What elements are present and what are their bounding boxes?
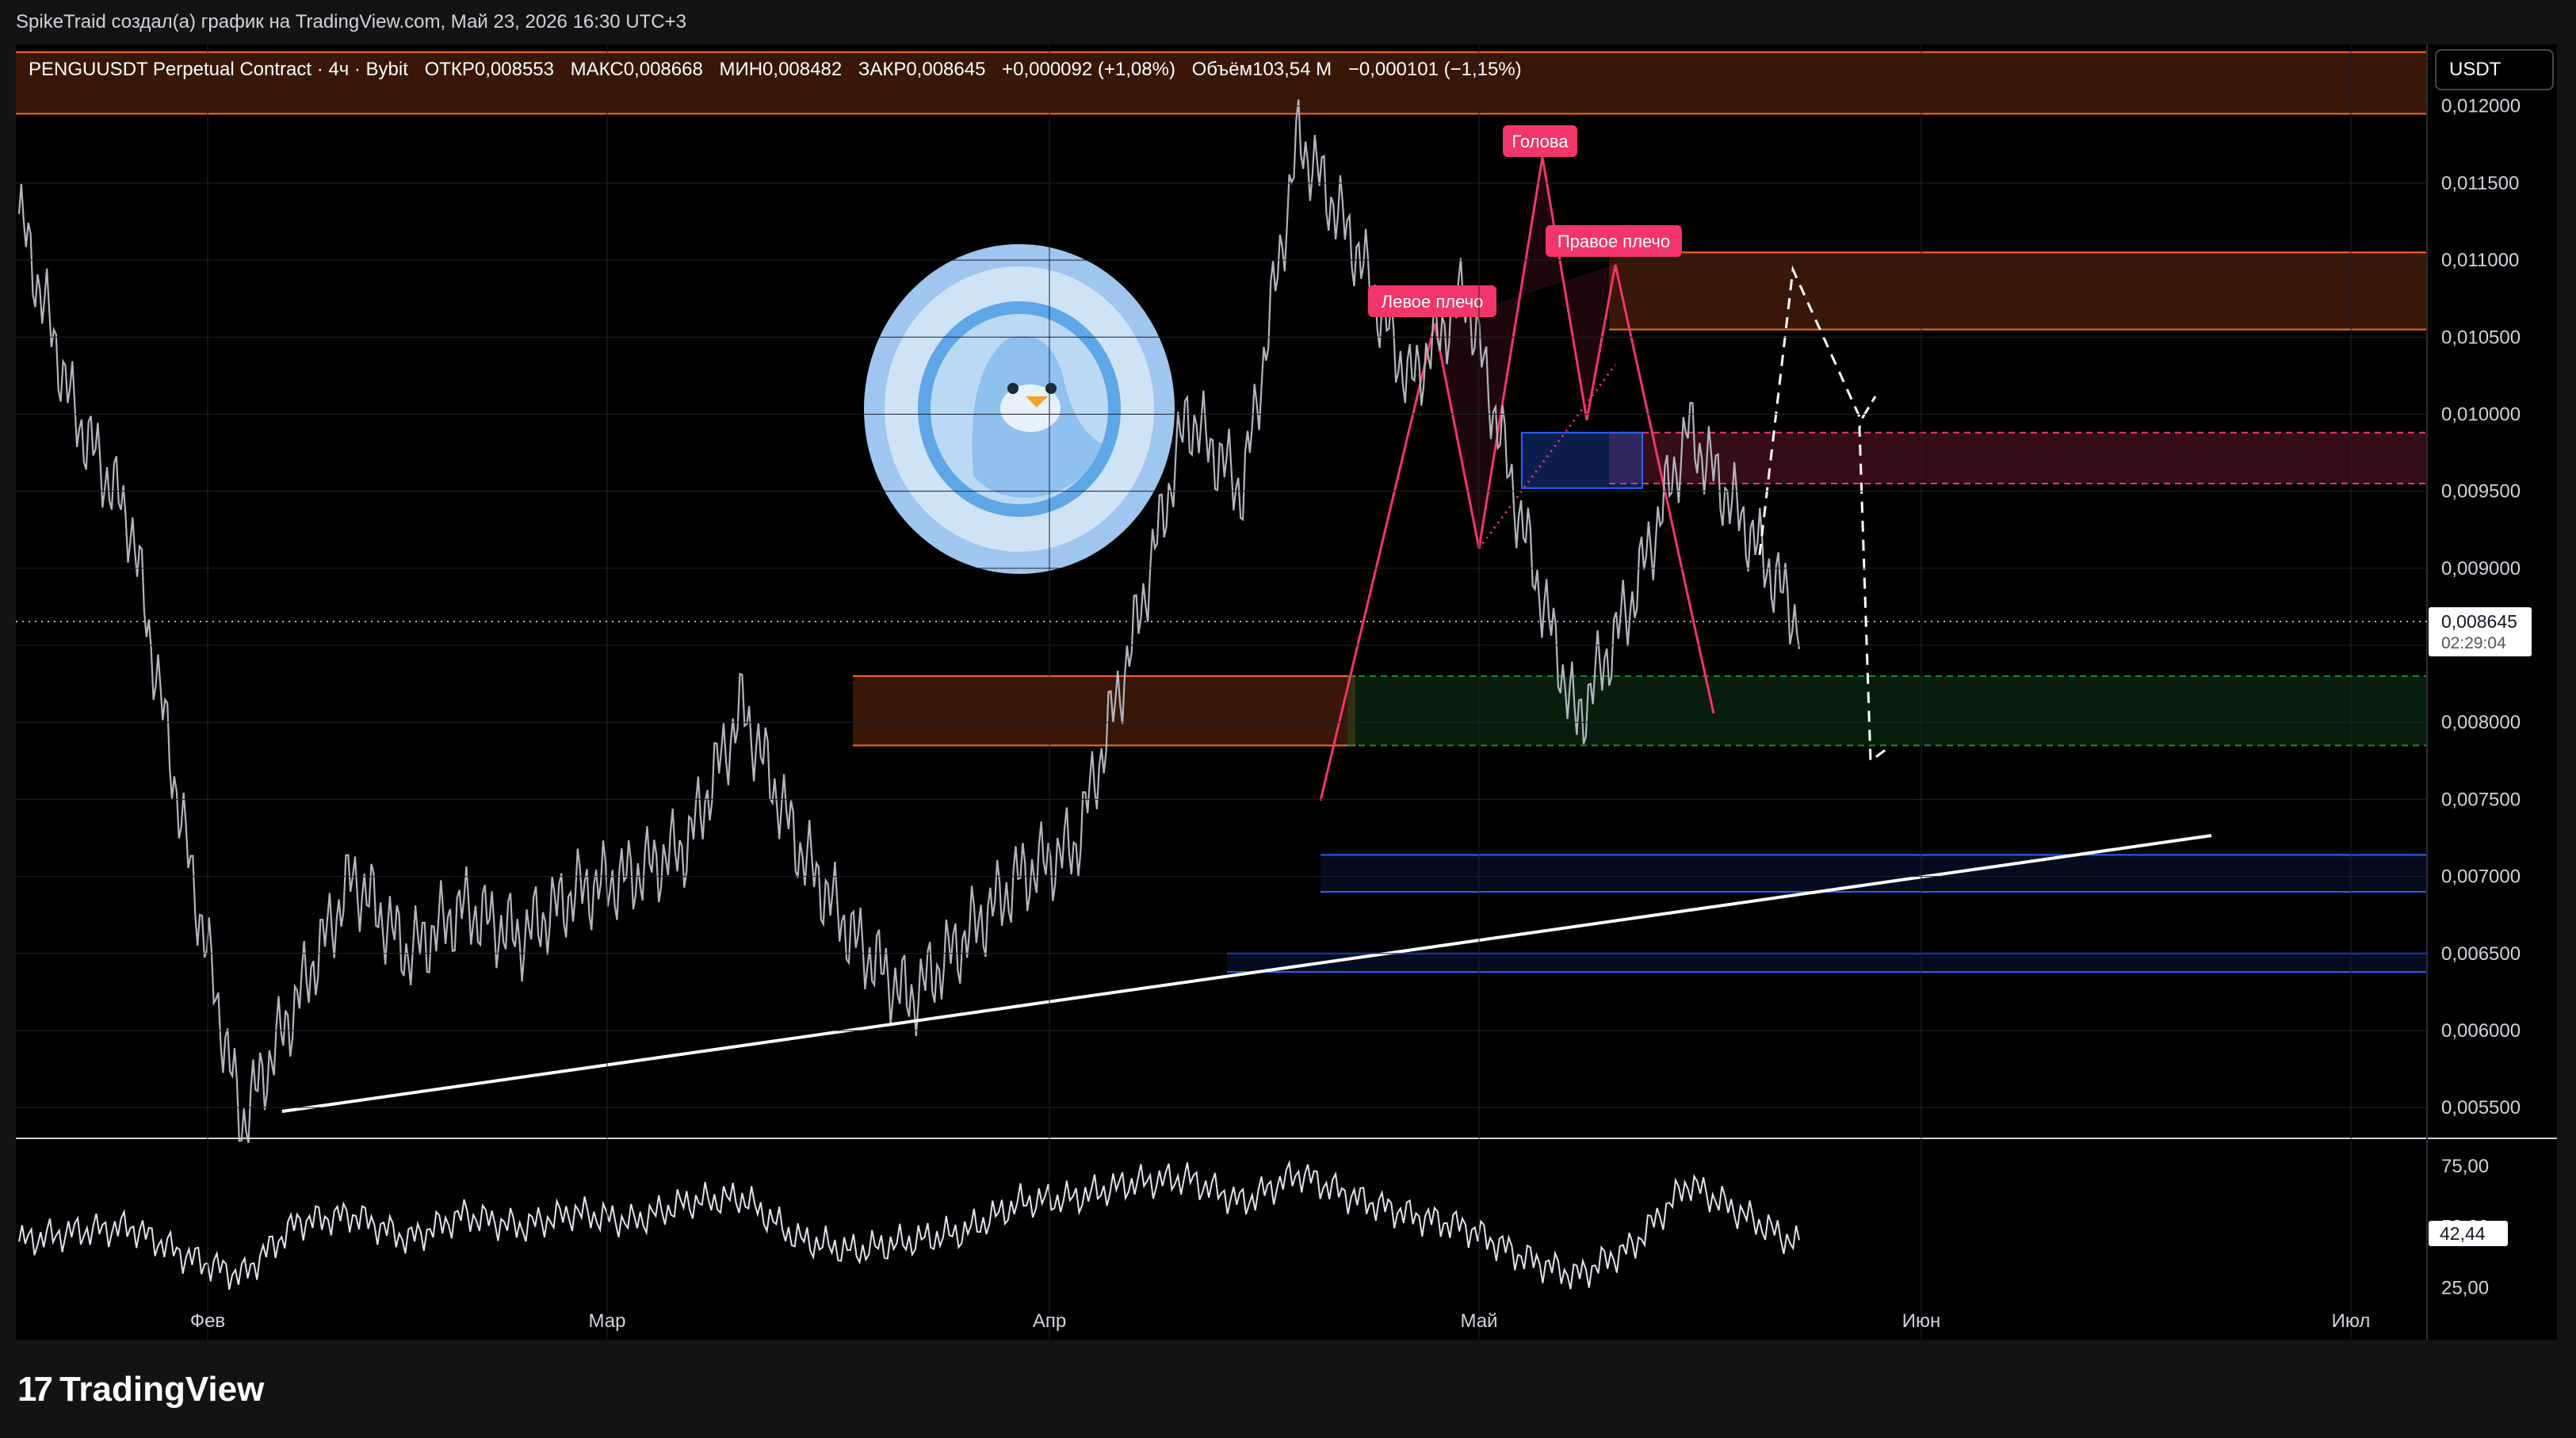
rsi-line [18, 1159, 1800, 1290]
rsi-tick-label: 25,00 [2441, 1278, 2489, 1299]
ohlc-low: МИН0,008482 [719, 59, 843, 80]
volume-change: −0,000101 (−1,15%) [1347, 59, 1522, 80]
symbol-info-bar: PENGUUSDT Perpetual Contract · 4ч · Bybi… [29, 59, 1533, 81]
label-right-shoulder: Правое плечо [1546, 225, 1682, 257]
price-tick-label: 0,012000 [2441, 96, 2521, 117]
current-rsi-text: 42,44 [2440, 1223, 2486, 1244]
price-tick-label: 0,011000 [2441, 250, 2519, 271]
tradingview-mark-icon: 17 [17, 1370, 53, 1409]
label-right-shoulder-text: Правое плечо [1557, 231, 1670, 251]
volume: Объём103,54 M [1191, 59, 1332, 80]
pengu-coin-icon [864, 244, 1175, 574]
price-chart-svg[interactable]: Левое плечо Голова Правое плечо 0,012000… [0, 0, 2576, 1438]
price-tick-label: 0,006000 [2441, 1020, 2521, 1042]
price-tick-label: 0,009000 [2441, 558, 2521, 579]
currency-button[interactable]: USDT [2435, 49, 2554, 90]
ohlc-high: МАКС0,008668 [570, 59, 703, 80]
label-left-shoulder: Левое плечо [1368, 285, 1496, 317]
price-tick-label: 0,005500 [2441, 1097, 2521, 1119]
symbol-title[interactable]: PENGUUSDT Perpetual Contract · 4ч · Bybi… [29, 59, 408, 80]
price-tick-label: 0,009500 [2441, 481, 2521, 503]
zones-layer [16, 51, 2427, 973]
hs-fill [1435, 157, 1615, 549]
zone-red-dashed [1609, 432, 2427, 484]
ohlc-close: ЗАКР0,008645 [858, 59, 986, 80]
time-tick-label: Апр [1033, 1310, 1066, 1332]
time-tick-label: Фев [190, 1310, 225, 1332]
price-tick-label: 0,010500 [2441, 327, 2521, 348]
tradingview-logo-text: TradingView [59, 1370, 265, 1409]
time-tick-label: Июн [1902, 1310, 1941, 1332]
zone-blue-upper [1320, 855, 2427, 893]
zone-resistance-mid [853, 675, 1355, 746]
ohlc-change: +0,000092 (+1,08%) [1002, 59, 1175, 80]
rsi-series [18, 1159, 1800, 1290]
current-price-tag: 0,008645 02:29:04 [2429, 607, 2532, 656]
current-price-text: 0,008645 [2441, 611, 2517, 632]
ohlc-open: ОТКР0,008553 [424, 59, 554, 80]
neckline-box [1521, 431, 1643, 489]
zone-green-support [1347, 675, 2427, 746]
countdown-text: 02:29:04 [2441, 634, 2506, 652]
rsi-tick-label: 75,00 [2441, 1156, 2489, 1177]
label-head: Голова [1503, 125, 1577, 157]
trend-line[interactable] [281, 834, 2212, 1113]
time-tick-label: Июл [2332, 1310, 2371, 1332]
price-tick-label: 0,011500 [2441, 173, 2519, 194]
current-rsi-tag: 42,44 [2429, 1221, 2508, 1246]
zone-blue-lower [1227, 953, 2427, 973]
price-tick-label: 0,007500 [2441, 789, 2521, 810]
price-tick-label: 0,008000 [2441, 712, 2521, 733]
time-tick-label: Май [1460, 1310, 1497, 1332]
price-tick-label: 0,007000 [2441, 866, 2521, 888]
price-axis: 0,012000 0,011500 0,011000 0,010500 0,010000… [2441, 96, 2521, 1119]
price-tick-label: 0,010000 [2441, 403, 2521, 425]
price-tick-label: 0,006500 [2441, 943, 2521, 965]
label-left-shoulder-text: Левое плечо [1382, 292, 1484, 312]
chart-frame: SpikeTraid создал(а) график на TradingVi… [0, 0, 2576, 1438]
zone-resistance-upper [1609, 252, 2427, 330]
tradingview-logo[interactable]: 17 TradingView [17, 1370, 264, 1409]
label-head-text: Голова [1512, 132, 1569, 151]
time-tick-label: Мар [589, 1310, 626, 1332]
